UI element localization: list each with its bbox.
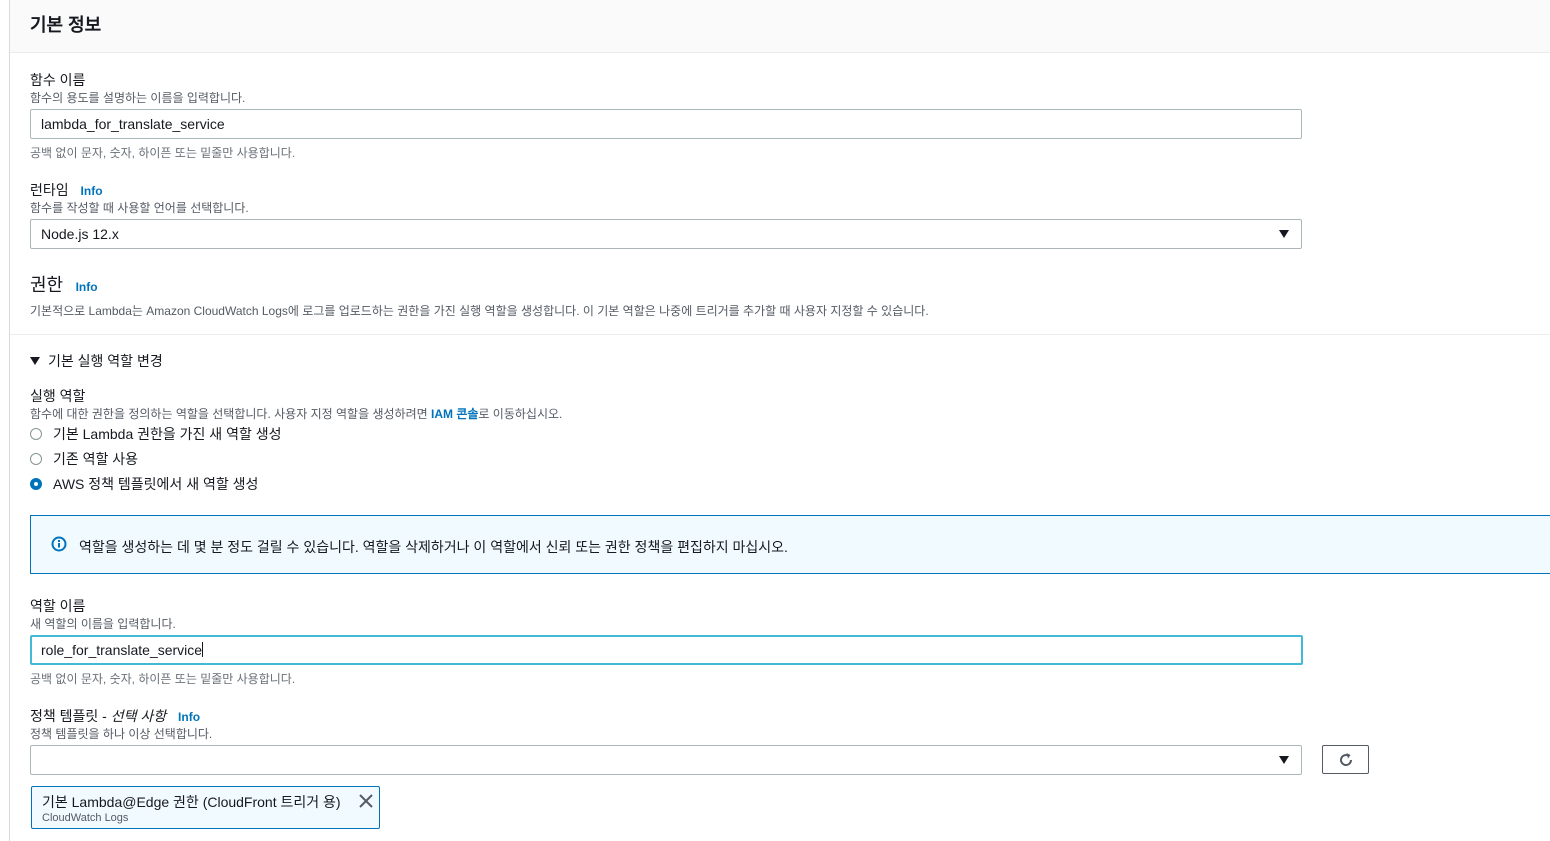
permissions-heading-row: 권한 Info [30, 271, 98, 297]
alert-text: 역할을 생성하는 데 몇 분 정도 걸릴 수 있습니다. 역할을 삭제하거나 이… [79, 539, 788, 555]
close-icon[interactable] [358, 793, 374, 809]
function-name-input[interactable]: lambda_for_translate_service [30, 109, 1302, 139]
policy-templates-label: 정책 템플릿 - [30, 708, 111, 724]
radio-label: 기본 Lambda 권한을 가진 새 역할 생성 [53, 426, 282, 442]
chevron-down-icon [1279, 756, 1289, 764]
function-name-value: lambda_for_translate_service [41, 116, 225, 132]
role-name-value: role_for_translate_service [41, 642, 203, 658]
policy-templates-description: 정책 템플릿을 하나 이상 선택합니다. [30, 727, 213, 741]
radio-label: 기존 역할 사용 [53, 451, 139, 467]
caret-down-icon [30, 357, 40, 365]
token-sublabel: CloudWatch Logs [42, 812, 129, 824]
permissions-title: 권한 [30, 275, 64, 295]
radio-button[interactable] [30, 428, 42, 440]
runtime-info-link[interactable]: Info [81, 184, 103, 198]
execution-role-description: 함수에 대한 권한을 정의하는 역할을 선택합니다. 사용자 지정 역할을 생성… [30, 405, 562, 422]
function-name-constraint: 공백 없이 문자, 숫자, 하이픈 또는 밑줄만 사용합니다. [30, 146, 296, 160]
iam-console-link[interactable]: IAM 콘솔 [431, 407, 478, 421]
function-name-description: 함수의 용도를 설명하는 이름을 입력합니다. [30, 91, 246, 105]
role-name-constraint: 공백 없이 문자, 숫자, 하이픈 또는 밑줄만 사용합니다. [30, 672, 296, 686]
runtime-label: 런타임 [30, 182, 69, 198]
runtime-label-row: 런타임 Info [30, 180, 103, 200]
policy-templates-info-link[interactable]: Info [178, 710, 200, 724]
role-name-label: 역할 이름 [30, 598, 86, 614]
refresh-button[interactable] [1322, 745, 1369, 774]
radio-option-new-basic-role[interactable]: 기본 Lambda 권한을 가진 새 역할 생성 [30, 424, 282, 444]
section-title: 기본 정보 [30, 15, 102, 35]
execution-role-toggle-label: 기본 실행 역할 변경 [48, 353, 163, 369]
chevron-down-icon [1279, 230, 1289, 238]
execution-role-desc-suffix: 로 이동하십시오. [478, 407, 563, 421]
execution-role-label: 실행 역할 [30, 388, 86, 404]
radio-option-existing-role[interactable]: 기존 역할 사용 [30, 449, 138, 469]
role-name-input[interactable]: role_for_translate_service [30, 635, 1303, 665]
selected-policy-token: 기본 Lambda@Edge 권한 (CloudFront 트리거 용) Clo… [31, 786, 380, 829]
refresh-icon [1340, 753, 1353, 766]
runtime-description: 함수를 작성할 때 사용할 언어를 선택합니다. [30, 201, 249, 215]
role-name-description: 새 역할의 이름을 입력합니다. [30, 617, 176, 631]
permissions-info-link[interactable]: Info [76, 280, 98, 294]
token-label: 기본 Lambda@Edge 권한 (CloudFront 트리거 용) [42, 794, 341, 810]
info-alert: 역할을 생성하는 데 몇 분 정도 걸릴 수 있습니다. 역할을 삭제하거나 이… [30, 515, 1550, 574]
radio-label: AWS 정책 템플릿에서 새 역할 생성 [53, 476, 259, 492]
radio-button[interactable] [30, 453, 42, 465]
text-cursor [202, 642, 204, 657]
runtime-select[interactable]: Node.js 12.x [30, 219, 1302, 249]
execution-role-desc-prefix: 함수에 대한 권한을 정의하는 역할을 선택합니다. 사용자 지정 역할을 생성… [30, 407, 431, 421]
section-header: 기본 정보 [10, 0, 1550, 53]
section-divider [10, 334, 1550, 335]
policy-templates-label-row: 정책 템플릿 - 선택 사항 Info [30, 706, 200, 726]
permissions-description: 기본적으로 Lambda는 Amazon CloudWatch Logs에 로그… [30, 304, 929, 318]
execution-role-toggle[interactable]: 기본 실행 역할 변경 [30, 351, 163, 371]
policy-templates-select[interactable] [30, 745, 1302, 775]
info-circle-icon [51, 536, 67, 552]
left-border [9, 0, 10, 841]
radio-option-policy-template-role[interactable]: AWS 정책 템플릿에서 새 역할 생성 [30, 474, 258, 494]
radio-button-selected[interactable] [30, 478, 42, 490]
runtime-value: Node.js 12.x [41, 226, 119, 242]
policy-templates-optional: 선택 사항 [110, 708, 167, 724]
function-name-label: 함수 이름 [30, 72, 86, 88]
